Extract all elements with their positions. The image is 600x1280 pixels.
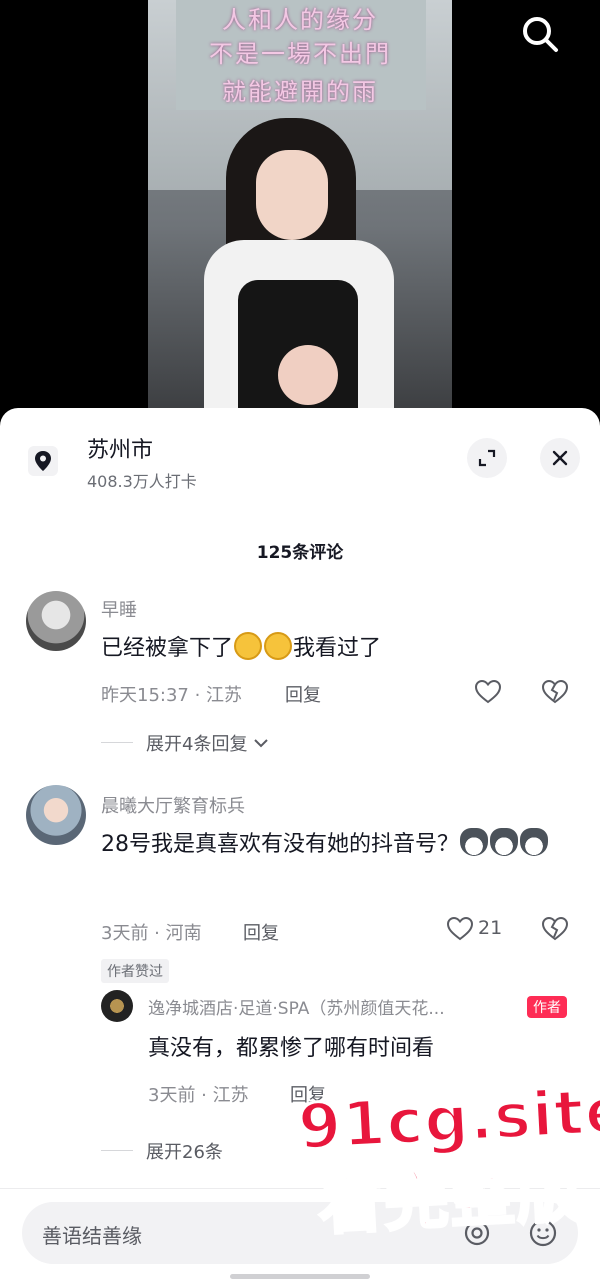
comment-count: 125条评论	[256, 543, 344, 563]
comment-text-part: 28号我是真喜欢有没有她的抖音号？	[101, 832, 459, 857]
location-pin-icon	[28, 446, 58, 476]
video-lyric-line-1: 人和人的缘分	[222, 6, 378, 34]
comment-text: 28号我是真喜欢有没有她的抖音号？	[101, 828, 581, 861]
close-icon	[552, 450, 568, 466]
video-lyric-line-2: 不是一場不出門	[209, 40, 391, 68]
husky-emoji-icon	[460, 828, 488, 856]
reply-meta: 3天前 · 江苏	[148, 1085, 249, 1106]
search-button[interactable]	[518, 12, 562, 56]
comment-meta: 3天前 · 河南	[101, 923, 202, 944]
grin-emoji-icon	[264, 632, 293, 660]
expand-divider	[101, 742, 133, 743]
like-count: 21	[478, 917, 503, 939]
comment-author-name[interactable]: 早睡	[101, 596, 137, 622]
expand-sheet-button[interactable]	[467, 438, 507, 478]
reply-author-name[interactable]: 逸净城酒店·足道·SPA（苏州颜值天花...	[148, 994, 445, 1019]
avatar[interactable]	[101, 990, 133, 1022]
comment-meta: 昨天15:37 · 江苏	[101, 685, 243, 706]
comment-text: 已经被拿下了 我看过了	[101, 632, 381, 665]
location-title[interactable]: 苏州市	[87, 432, 153, 464]
video-lyric-line-3: 就能避開的雨	[222, 78, 378, 106]
dislike-broken-heart-icon[interactable]	[541, 678, 569, 706]
person-hand	[278, 345, 338, 405]
close-sheet-button[interactable]	[540, 438, 580, 478]
grin-emoji-icon	[234, 632, 263, 660]
author-liked-tag: 作者赞过	[101, 959, 169, 983]
dislike-broken-heart-icon[interactable]	[541, 915, 569, 943]
reply-button[interactable]: 回复	[243, 919, 279, 945]
comment-author-name[interactable]: 晨曦大厅繁育标兵	[101, 792, 245, 818]
expand-replies-label: 展开4条回复	[146, 734, 248, 755]
avatar[interactable]	[26, 591, 86, 651]
chevron-down-icon	[254, 739, 268, 748]
location-checkins: 408.3万人打卡	[87, 472, 197, 491]
author-badge: 作者	[527, 996, 567, 1018]
person-face	[256, 150, 328, 240]
like-heart-icon[interactable]	[446, 915, 474, 943]
avatar[interactable]	[26, 785, 86, 845]
like-heart-icon[interactable]	[474, 678, 502, 706]
comment-input-placeholder: 善语结善缘	[42, 1224, 142, 1248]
search-icon	[523, 17, 558, 52]
expand-icon	[478, 449, 496, 467]
comment-text-part: 我看过了	[293, 636, 382, 661]
husky-emoji-icon	[490, 828, 518, 856]
reply-text: 真没有，都累惨了哪有时间看	[148, 1036, 435, 1061]
husky-emoji-icon	[520, 828, 548, 856]
screen: 人和人的缘分 不是一場不出門 就能避開的雨 苏州市 408.3万人打卡 125条…	[0, 0, 600, 1280]
expand-divider	[101, 1150, 133, 1151]
expand-replies-button[interactable]: 展开4条回复	[146, 730, 269, 756]
video-player[interactable]: 人和人的缘分 不是一場不出門 就能避開的雨	[148, 0, 452, 410]
expand-replies-button[interactable]: 展开26条	[146, 1138, 223, 1164]
reply-button[interactable]: 回复	[285, 681, 321, 707]
home-indicator	[230, 1274, 370, 1279]
watermark-text: 看完整版	[315, 1155, 586, 1246]
comment-text-part: 已经被拿下了	[101, 636, 234, 661]
